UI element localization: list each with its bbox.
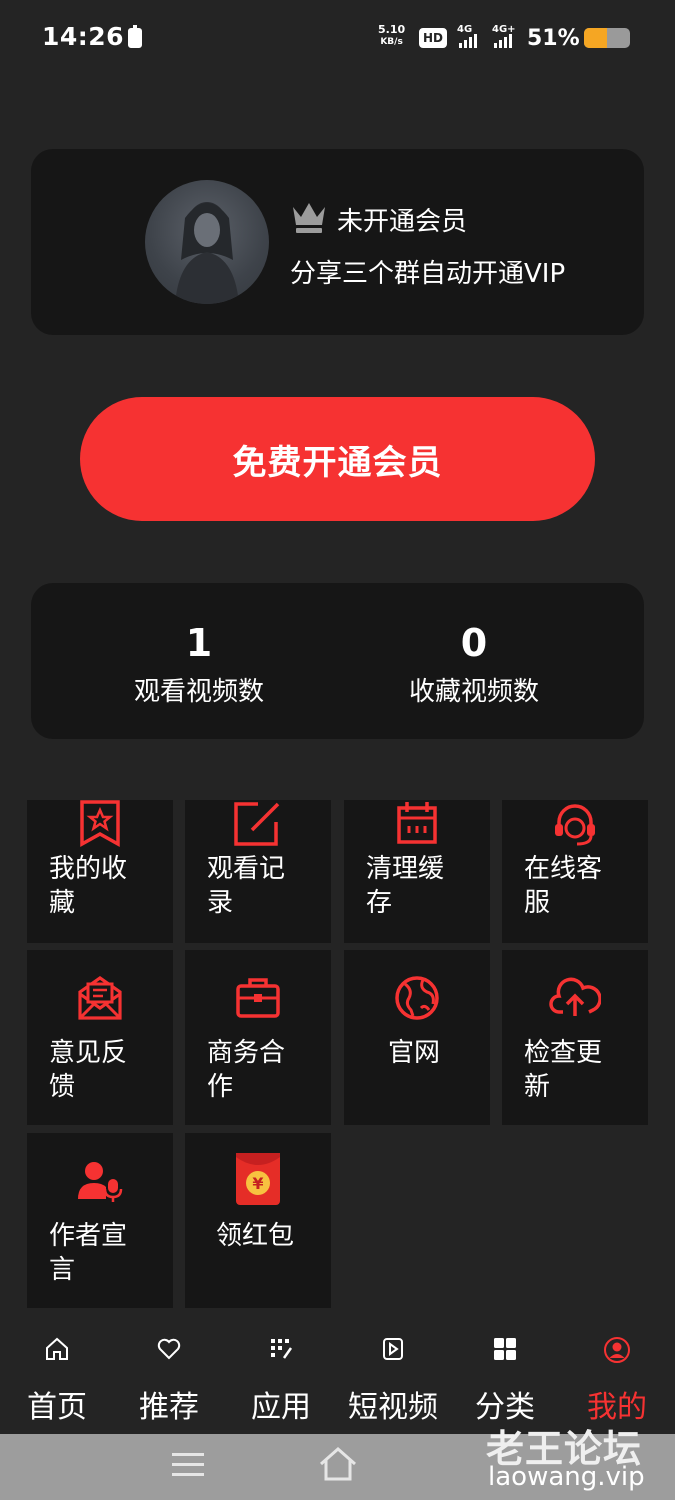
status-time: 14:26 bbox=[42, 22, 125, 51]
battery-fill bbox=[584, 28, 608, 48]
tab-short-video[interactable]: 短视频 bbox=[337, 1322, 449, 1434]
open-vip-button[interactable]: 免费开通会员 bbox=[80, 397, 595, 521]
globe-icon bbox=[344, 974, 490, 1026]
menu-item-business[interactable]: 商务合作 bbox=[185, 950, 331, 1125]
home-icon bbox=[1, 1336, 113, 1366]
category-grid-icon bbox=[449, 1336, 561, 1366]
menu-item-feedback[interactable]: 意见反馈 bbox=[27, 950, 173, 1125]
menu-item-clear-cache[interactable]: 清理缓存 bbox=[344, 800, 490, 943]
favorite-count: 0 bbox=[460, 621, 488, 665]
edit-note-icon bbox=[185, 800, 331, 852]
briefcase-icon bbox=[185, 974, 331, 1026]
profile-card[interactable]: 未开通会员 分享三个群自动开通VIP bbox=[31, 149, 644, 335]
favorite-label: 收藏视频数 bbox=[408, 677, 539, 707]
battery-icon bbox=[584, 28, 630, 48]
menu-item-label: 清理缓存 bbox=[366, 854, 445, 918]
menu-item-favorites[interactable]: 我的收藏 bbox=[27, 800, 173, 943]
tab-label: 应用 bbox=[251, 1390, 311, 1425]
member-status: 未开通会员 bbox=[337, 207, 468, 237]
menu-item-label: 领红包 bbox=[216, 1221, 295, 1251]
menu-item-history[interactable]: 观看记录 bbox=[185, 800, 331, 943]
signal-icon-2: 4G+ bbox=[492, 24, 522, 48]
heart-icon bbox=[113, 1336, 225, 1366]
home-button-icon[interactable] bbox=[318, 1446, 358, 1482]
headset-service-icon bbox=[502, 800, 648, 852]
network-speed: 5.10 KB/s bbox=[378, 24, 405, 48]
watched-label: 观看视频数 bbox=[133, 677, 264, 707]
menu-item-check-update[interactable]: 检查更新 bbox=[502, 950, 648, 1125]
status-bar: 14:26 5.10 KB/s HD 4G 4G+ 51% bbox=[0, 0, 675, 76]
stats-card: 1 观看视频数 0 收藏视频数 bbox=[31, 583, 644, 739]
member-tip: 分享三个群自动开通VIP bbox=[290, 259, 566, 289]
user-profile-icon bbox=[561, 1336, 673, 1366]
tab-label: 推荐 bbox=[139, 1390, 199, 1425]
avatar[interactable] bbox=[145, 180, 269, 304]
bookmark-star-icon bbox=[27, 800, 173, 852]
network-speed-unit: KB/s bbox=[380, 37, 403, 47]
menu-item-author-statement[interactable]: 作者宣言 bbox=[27, 1133, 173, 1308]
tab-apps[interactable]: 应用 bbox=[225, 1322, 337, 1434]
menu-item-label: 观看记录 bbox=[207, 854, 286, 918]
crown-icon bbox=[293, 203, 325, 233]
menu-item-website[interactable]: 官网 bbox=[344, 950, 490, 1125]
menu-item-label: 商务合作 bbox=[207, 1038, 286, 1102]
svg-text:¥: ¥ bbox=[252, 1174, 263, 1193]
watermark-url: laowang.vip bbox=[488, 1462, 645, 1492]
system-nav-bar: 老王论坛 laowang.vip bbox=[0, 1427, 675, 1500]
favorite-videos-stat[interactable]: 0 收藏视频数 bbox=[364, 619, 584, 708]
menu-item-label: 在线客服 bbox=[524, 854, 603, 918]
watched-count: 1 bbox=[185, 621, 213, 665]
hd-voice-icon: HD bbox=[419, 28, 448, 48]
tab-label: 首页 bbox=[27, 1390, 87, 1425]
recent-apps-icon[interactable] bbox=[172, 1451, 204, 1479]
menu-item-support[interactable]: 在线客服 bbox=[502, 800, 648, 943]
watched-videos-stat[interactable]: 1 观看视频数 bbox=[89, 619, 309, 708]
cloud-upload-icon bbox=[502, 974, 648, 1026]
battery-saver-icon bbox=[128, 25, 142, 48]
tab-recommend[interactable]: 推荐 bbox=[113, 1322, 225, 1434]
tab-label: 短视频 bbox=[348, 1390, 438, 1425]
menu-item-label: 我的收藏 bbox=[49, 854, 128, 918]
calendar-clear-icon bbox=[344, 800, 490, 852]
battery-percent: 51% bbox=[527, 26, 580, 51]
signal-icon-1: 4G bbox=[457, 24, 487, 48]
menu-item-label: 作者宣言 bbox=[49, 1221, 128, 1285]
apps-icon bbox=[225, 1336, 337, 1366]
menu-item-label: 检查更新 bbox=[524, 1038, 603, 1102]
avatar-silhouette-icon bbox=[175, 202, 239, 304]
menu-item-label: 官网 bbox=[388, 1038, 441, 1068]
play-video-icon bbox=[337, 1336, 449, 1366]
network-speed-value: 5.10 bbox=[378, 23, 406, 36]
user-mic-icon bbox=[27, 1157, 173, 1209]
menu-item-label: 意见反馈 bbox=[49, 1038, 128, 1102]
mail-feedback-icon bbox=[27, 974, 173, 1026]
menu-grid[interactable]: 我的收藏 观看记录 清理缓存 在线客服 意见反馈 商务合作 官网 检查更 新 作… bbox=[0, 800, 675, 1315]
red-envelope-icon: ¥ bbox=[185, 1151, 331, 1205]
tab-home[interactable]: 首页 bbox=[1, 1322, 113, 1434]
menu-item-red-envelope[interactable]: ¥ 领红包 bbox=[185, 1133, 331, 1308]
